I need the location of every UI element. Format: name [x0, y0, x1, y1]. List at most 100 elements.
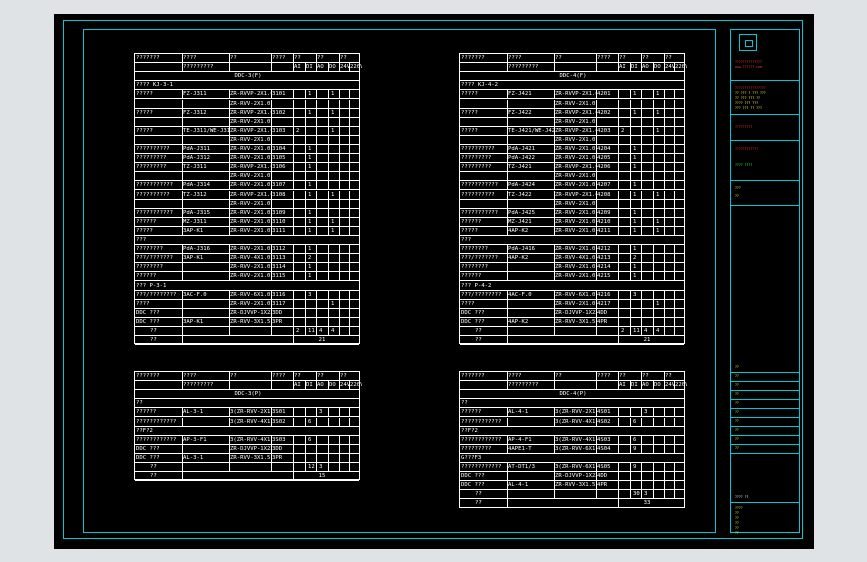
grid-line — [339, 154, 340, 163]
grid-line — [630, 435, 631, 444]
grid-line — [349, 317, 350, 326]
point-name: ????? — [136, 227, 153, 234]
cable-type: ZR-DJVVP-1X2X1.0 — [555, 309, 597, 316]
grid-line — [630, 108, 631, 117]
header-cell: ???? — [183, 55, 197, 61]
table-row: ????? 4AP-K2 ZR-RVV-2X1.0 4211 1 1 — [460, 226, 684, 236]
point-name: ???????? — [136, 264, 163, 271]
grid-line — [618, 472, 619, 481]
grid-line — [305, 263, 306, 272]
table-title: DDC-4(P) — [559, 391, 587, 398]
grid-line — [271, 208, 272, 217]
grid-line — [349, 135, 350, 144]
grid-line — [618, 126, 619, 135]
cable-number: 4PR — [597, 318, 608, 325]
section-label: ??F?2 — [461, 427, 478, 434]
tb-footer: ?? — [735, 531, 739, 535]
section-label: ??F?2 — [136, 427, 153, 434]
grid-line — [630, 254, 631, 263]
grid-line — [305, 145, 306, 154]
cable-type: ZR-RVV-2X1.0 — [555, 273, 596, 280]
header-cell: ???? — [183, 373, 197, 379]
grid-line — [653, 272, 654, 281]
table-row: ?????????4APE1-T3(ZR-RVV-6X1.0)4S049 — [460, 444, 684, 454]
section-label: ??? — [136, 237, 147, 243]
grid-line — [182, 226, 183, 235]
cable-number: 4208 — [597, 191, 611, 198]
grid-line — [630, 135, 631, 144]
table-row: ???? KJ-4-2 — [460, 81, 684, 91]
subheader-cell: ????????? — [508, 64, 539, 71]
grid-line — [664, 290, 665, 299]
grid-line — [618, 290, 619, 299]
grid-line — [507, 272, 508, 281]
total-label: ?? — [150, 328, 157, 334]
grid-line — [641, 181, 642, 190]
tb-label: ?? — [735, 410, 739, 414]
grid-line — [305, 463, 306, 472]
device-tag — [507, 472, 554, 480]
grid-line — [618, 499, 619, 508]
grid-line — [596, 481, 597, 490]
subheader-cell: 220V — [675, 382, 687, 389]
grid-line — [316, 54, 317, 63]
table-row: ??? — [460, 236, 684, 246]
cable-type: ZR-RVVP-2X1.0 — [230, 109, 272, 116]
grid-line — [674, 481, 675, 490]
cable-type: ZR-RVV-2X1.0 — [230, 146, 271, 152]
approval-stamp: ???? ?? — [735, 495, 749, 499]
grid-line — [630, 226, 631, 235]
point-name: ?????????? — [136, 146, 170, 152]
sum-value: 15 — [318, 473, 326, 480]
grid-line — [507, 299, 508, 308]
table-row: DDC ??? 4AP-K2 ZR-RVV-3X1.5 4PR — [460, 317, 684, 327]
grid-line — [630, 327, 631, 336]
grid-line — [328, 263, 329, 272]
cable-type: ZR-RVV-2X1.0 — [555, 173, 596, 180]
grid-line — [293, 317, 294, 326]
tb-label: ?? — [735, 401, 739, 405]
cable-type: ZR-RVV-2X1.0 — [555, 264, 596, 271]
grid-line — [618, 108, 619, 117]
grid-line — [349, 108, 350, 117]
table-title: DDC-3(P) — [234, 391, 262, 398]
grid-line — [554, 444, 555, 453]
grid-line — [349, 308, 350, 317]
grid-line — [305, 135, 306, 144]
grid-line — [339, 126, 340, 135]
cable-number: 3101 — [272, 91, 286, 98]
sum-label: ?? — [475, 337, 482, 344]
device-tag: AT-DT1/3 — [508, 464, 535, 470]
cable-number: 4DD — [597, 309, 608, 316]
cable-type: ZR-RVV-2X1.0 — [230, 264, 271, 271]
grid-line — [664, 308, 665, 317]
device-tag — [182, 445, 229, 453]
grid-line — [339, 99, 340, 108]
grid-line — [271, 263, 272, 272]
grid-line — [596, 472, 597, 481]
table-header-row: ??????????????????????? — [460, 372, 684, 382]
table-row: ZR-RVV-2X1.0 — [135, 172, 359, 182]
grid-line — [316, 444, 317, 453]
cable-type: ZR-RVVP-2X1.0 — [555, 91, 597, 98]
table-row: ?? 33 — [460, 499, 684, 509]
grid-line — [674, 299, 675, 308]
grid-line — [641, 226, 642, 235]
cable-number: 3S02 — [272, 418, 286, 425]
table-subheader-row: ????????? AI DI AO DO 24V 220V — [460, 63, 687, 73]
grid-line — [293, 135, 294, 144]
grid-line — [229, 226, 230, 235]
grid-line — [349, 199, 350, 208]
title-block-divider — [731, 399, 799, 400]
grid-line — [316, 126, 317, 135]
grid-line — [554, 145, 555, 154]
grid-line — [674, 63, 675, 72]
point-name: ????????? — [461, 445, 492, 452]
grid-line — [305, 327, 306, 336]
tb-label: ?? — [735, 392, 739, 396]
grid-line — [229, 117, 230, 126]
grid-line — [653, 463, 654, 472]
grid-line — [328, 327, 329, 336]
grid-line — [271, 90, 272, 99]
grid-line — [641, 126, 642, 135]
